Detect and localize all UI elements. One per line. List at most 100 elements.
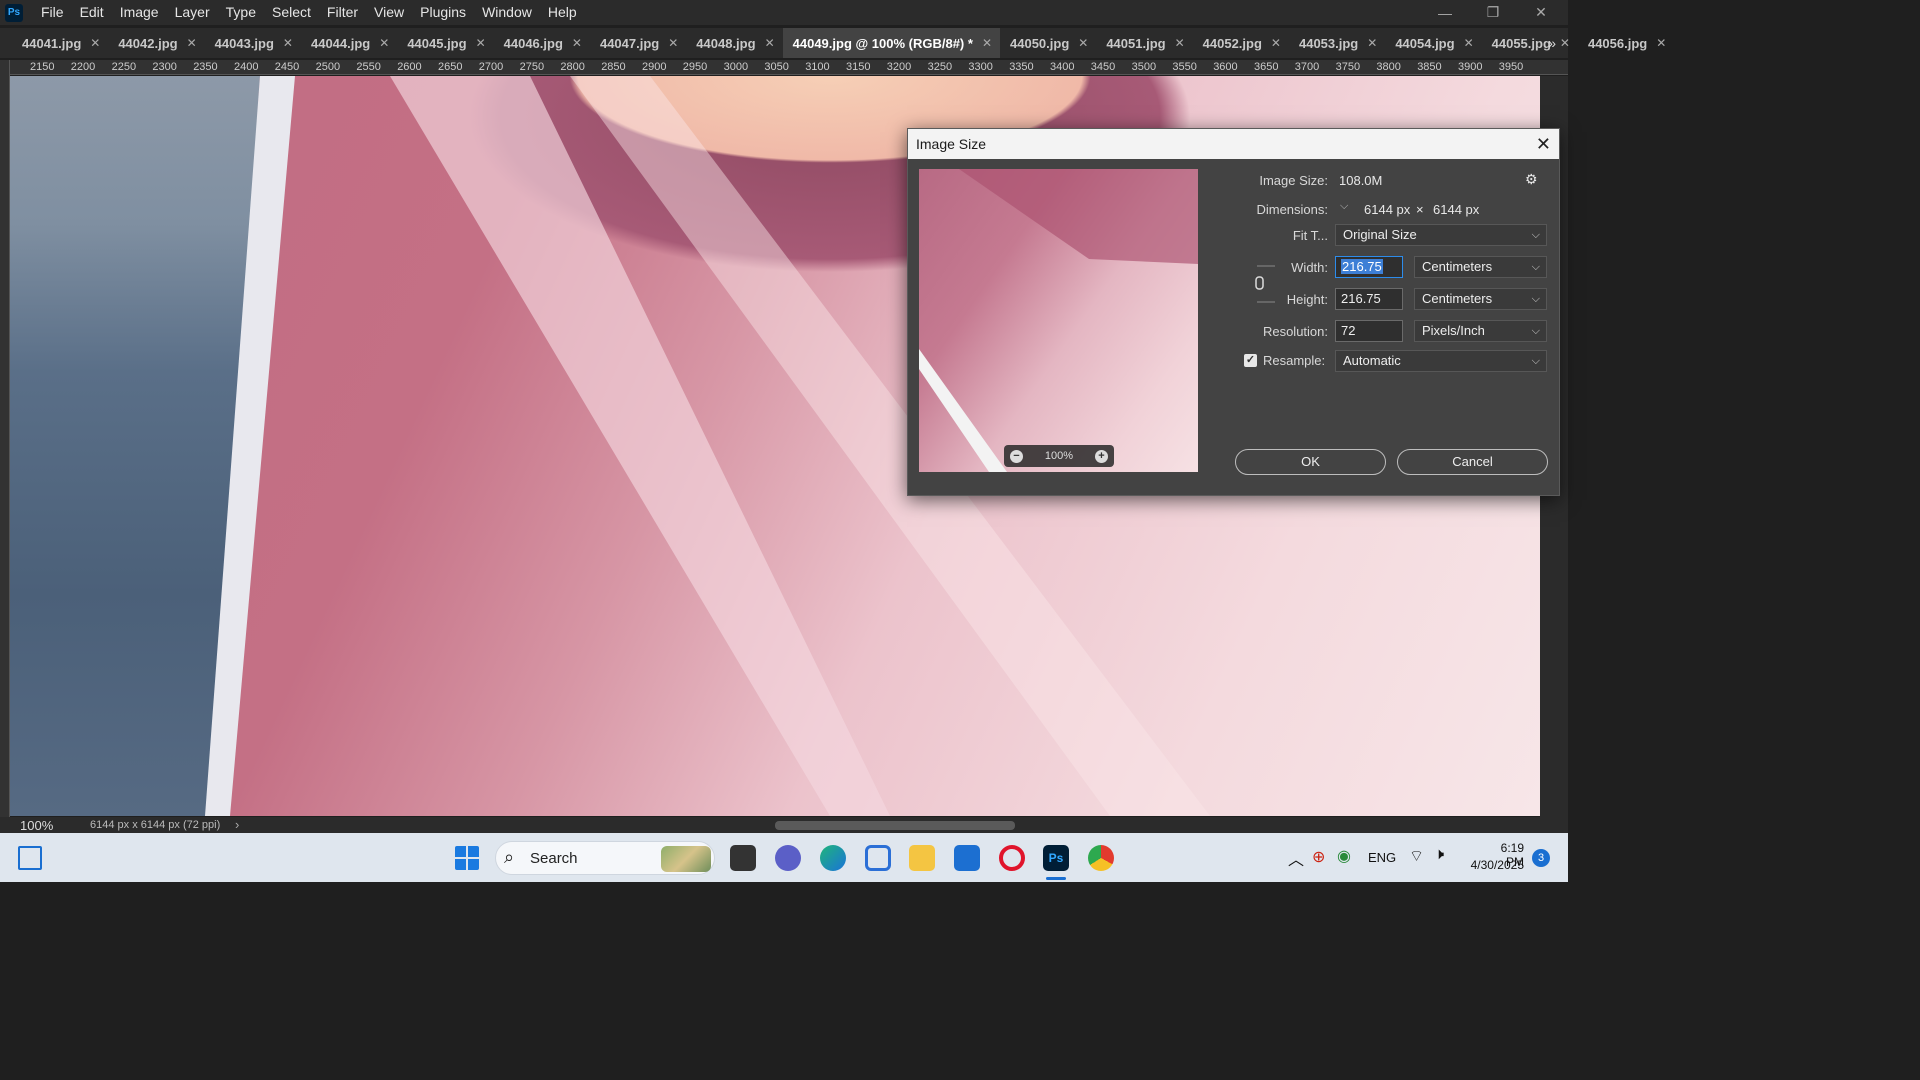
menu-edit[interactable]: Edit [72, 0, 112, 25]
photoshop-taskbar-icon[interactable]: Ps [1043, 845, 1069, 871]
search-label: Search [530, 850, 578, 867]
tab-close-icon[interactable]: ✕ [1656, 36, 1666, 50]
fit-to-label: Fit T... [1292, 228, 1328, 243]
tab-overflow-icon[interactable]: » [1548, 28, 1556, 58]
dimensions-label: Dimensions: [1256, 202, 1328, 217]
document-tab[interactable]: 44042.jpg ✕ [108, 28, 204, 58]
dimensions-unit-chevron-icon[interactable]: ⌵ [1340, 200, 1348, 213]
tab-close-icon[interactable]: ✕ [1560, 36, 1570, 50]
menu-type[interactable]: Type [218, 0, 264, 25]
height-input[interactable]: 216.75 [1335, 288, 1403, 310]
search-icon: ⌕ [504, 847, 515, 867]
menu-plugins[interactable]: Plugins [412, 0, 474, 25]
document-tab[interactable]: 44055.jpg ✕ [1482, 28, 1578, 58]
document-tab[interactable]: 44050.jpg ✕ [1000, 28, 1096, 58]
wifi-icon[interactable]: ⌔ [1409, 846, 1424, 866]
tab-close-icon[interactable]: ✕ [982, 36, 992, 50]
snipping-tool-icon[interactable] [865, 845, 891, 871]
document-tab[interactable]: 44052.jpg ✕ [1193, 28, 1289, 58]
image-preview[interactable]: − 100% + [919, 169, 1198, 472]
document-tab[interactable]: 44051.jpg ✕ [1096, 28, 1192, 58]
tray-app-icon[interactable]: ⊕ [1312, 847, 1325, 867]
tab-close-icon[interactable]: ✕ [283, 36, 293, 50]
zoom-in-icon[interactable]: + [1094, 449, 1108, 463]
document-tab[interactable]: 44044.jpg ✕ [301, 28, 397, 58]
edge-icon[interactable] [820, 845, 846, 871]
close-icon[interactable]: ✕ [1536, 129, 1551, 159]
tab-close-icon[interactable]: ✕ [90, 36, 100, 50]
menu-image[interactable]: Image [112, 0, 167, 25]
document-tab[interactable]: 44053.jpg ✕ [1289, 28, 1385, 58]
widgets-icon[interactable] [18, 846, 42, 870]
height-label: Height: [1286, 292, 1328, 307]
height-unit-value: Centimeters [1422, 291, 1493, 306]
gear-icon[interactable]: ⚙ [1525, 171, 1538, 188]
notification-badge[interactable]: 3 [1532, 849, 1550, 867]
status-menu-arrow-icon[interactable]: › [235, 817, 239, 832]
tab-close-icon[interactable]: ✕ [1271, 36, 1281, 50]
volume-mute-icon[interactable]: 🕨 [1434, 846, 1444, 864]
document-tab[interactable]: 44045.jpg ✕ [397, 28, 493, 58]
vertical-ruler [0, 60, 10, 817]
document-tab[interactable]: 44054.jpg ✕ [1385, 28, 1481, 58]
teams-icon[interactable] [775, 845, 801, 871]
menu-filter[interactable]: Filter [319, 0, 366, 25]
minimize-icon[interactable]: — [1422, 0, 1468, 25]
microsoft-store-icon[interactable] [954, 845, 980, 871]
close-window-icon[interactable]: ✕ [1518, 0, 1564, 25]
width-label: Width: [1291, 260, 1328, 275]
tab-close-icon[interactable]: ✕ [1367, 36, 1377, 50]
resolution-unit-dropdown[interactable]: Pixels/Inch ⌵ [1414, 320, 1547, 342]
menu-layer[interactable]: Layer [167, 0, 218, 25]
menu-file[interactable]: File [33, 0, 72, 25]
menu-select[interactable]: Select [264, 0, 319, 25]
document-tab[interactable]: 44041.jpg ✕ [12, 28, 108, 58]
tab-close-icon[interactable]: ✕ [1464, 36, 1474, 50]
tab-close-icon[interactable]: ✕ [187, 36, 197, 50]
resample-checkbox[interactable]: ✓ [1244, 354, 1257, 367]
tab-close-icon[interactable]: ✕ [668, 36, 678, 50]
resample-dropdown[interactable]: Automatic ⌵ [1335, 350, 1547, 372]
width-input[interactable]: 216.75 [1335, 256, 1403, 278]
height-unit-dropdown[interactable]: Centimeters ⌵ [1414, 288, 1547, 310]
opera-icon[interactable] [999, 845, 1025, 871]
document-tab[interactable]: 44048.jpg ✕ [686, 28, 782, 58]
resample-value: Automatic [1343, 353, 1401, 368]
start-windows-icon[interactable] [455, 846, 479, 870]
zoom-out-icon[interactable]: − [1010, 449, 1023, 463]
menu-view[interactable]: View [366, 0, 412, 25]
document-tab[interactable]: 44049.jpg @ 100% (RGB/8#) * ✕ [782, 28, 1000, 58]
resolution-input[interactable]: 72 [1335, 320, 1403, 342]
menu-help[interactable]: Help [540, 0, 585, 25]
tab-close-icon[interactable]: ✕ [572, 36, 582, 50]
language-indicator[interactable]: ENG [1368, 850, 1396, 865]
menu-window[interactable]: Window [474, 0, 540, 25]
tab-close-icon[interactable]: ✕ [1078, 36, 1088, 50]
chrome-icon[interactable] [1088, 845, 1114, 871]
restore-icon[interactable]: ❐ [1470, 0, 1516, 25]
document-tab[interactable]: 44056.jpg ✕ [1578, 28, 1674, 58]
zoom-level[interactable]: 100% [20, 818, 53, 833]
width-unit-dropdown[interactable]: Centimeters ⌵ [1414, 256, 1547, 278]
fit-to-dropdown[interactable]: Original Size ⌵ [1335, 224, 1547, 246]
ruler-tick-label: 2550 [356, 61, 381, 73]
ok-button[interactable]: OK [1235, 449, 1386, 475]
clock-date[interactable]: 4/30/2025 [1466, 858, 1524, 872]
tab-label: 44048.jpg [696, 35, 756, 51]
file-explorer-icon[interactable] [909, 845, 935, 871]
tab-close-icon[interactable]: ✕ [476, 36, 486, 50]
show-hidden-icons-chevron-icon[interactable]: ︿ [1288, 846, 1304, 870]
document-tab[interactable]: 44047.jpg ✕ [590, 28, 686, 58]
task-view-icon[interactable] [730, 845, 756, 871]
tab-close-icon[interactable]: ✕ [379, 36, 389, 50]
tab-close-icon[interactable]: ✕ [765, 36, 775, 50]
ruler-tick-label: 3150 [846, 61, 871, 73]
tab-label: 44046.jpg [503, 35, 563, 51]
tab-close-icon[interactable]: ✕ [1175, 36, 1185, 50]
cancel-button[interactable]: Cancel [1397, 449, 1548, 475]
document-tab[interactable]: 44043.jpg ✕ [205, 28, 301, 58]
taskbar-search-box[interactable]: ⌕ Search [495, 841, 715, 875]
tray-network-app-icon[interactable]: ◉ [1337, 846, 1351, 866]
horizontal-scrollbar-thumb[interactable] [775, 821, 1015, 830]
document-tab[interactable]: 44046.jpg ✕ [494, 28, 590, 58]
